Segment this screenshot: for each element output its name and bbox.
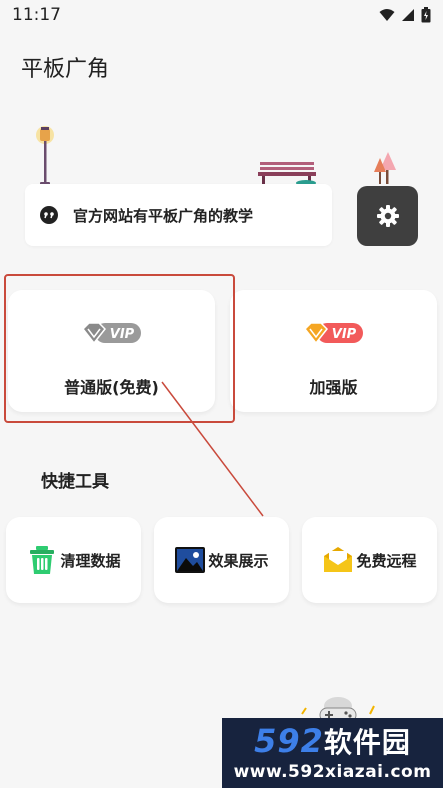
- effect-demo-button[interactable]: 效果展示: [154, 517, 289, 603]
- clean-data-label: 清理数据: [60, 551, 121, 570]
- bench-illustration: [258, 162, 316, 186]
- effect-demo-label: 效果展示: [208, 551, 269, 570]
- status-bar: 11:17: [0, 0, 443, 30]
- image-icon: [175, 547, 206, 573]
- wifi-icon: [379, 9, 395, 21]
- battery-icon: [421, 7, 431, 23]
- plus-version-card[interactable]: VIP 加强版: [230, 290, 437, 412]
- envelope-icon: [324, 547, 353, 572]
- status-time: 11:17: [12, 5, 61, 25]
- vip-gray-badge-icon: VIP: [81, 322, 141, 345]
- watermark-digits: 592: [254, 722, 324, 760]
- normal-version-label: 普通版(免费): [64, 378, 159, 397]
- vip-orange-badge-icon: VIP: [303, 322, 363, 345]
- settings-button[interactable]: [357, 186, 418, 246]
- clean-data-button[interactable]: 清理数据: [6, 517, 141, 603]
- street-lamp-illustration: [36, 126, 54, 186]
- status-icons: [379, 7, 431, 23]
- watermark-brand-text: 软件园: [323, 726, 411, 759]
- notice-card[interactable]: 官方网站有平板广角的教学: [25, 184, 332, 246]
- free-remote-label: 免费远程: [356, 551, 417, 570]
- quick-tools-title: 快捷工具: [41, 472, 109, 492]
- watermark-brand: 592 软件园: [226, 722, 439, 760]
- trash-icon: [30, 546, 55, 574]
- app-title: 平板广角: [21, 57, 110, 82]
- free-remote-button[interactable]: 免费远程: [302, 517, 437, 603]
- gear-icon: [376, 205, 399, 227]
- normal-version-card[interactable]: VIP 普通版(免费): [8, 290, 215, 412]
- signal-icon: [402, 9, 414, 21]
- quote-bubble-icon: [40, 206, 58, 224]
- watermark-logo: 592 软件园 www.592xiazai.com: [222, 718, 443, 788]
- vip-badge-text: VIP: [109, 327, 134, 342]
- tree-illustration: [374, 152, 396, 184]
- vip-badge-text: VIP: [331, 327, 356, 342]
- notice-text: 官方网站有平板广角的教学: [73, 206, 254, 225]
- plus-version-label: 加强版: [309, 378, 358, 397]
- watermark-url: www.592xiazai.com: [233, 762, 432, 782]
